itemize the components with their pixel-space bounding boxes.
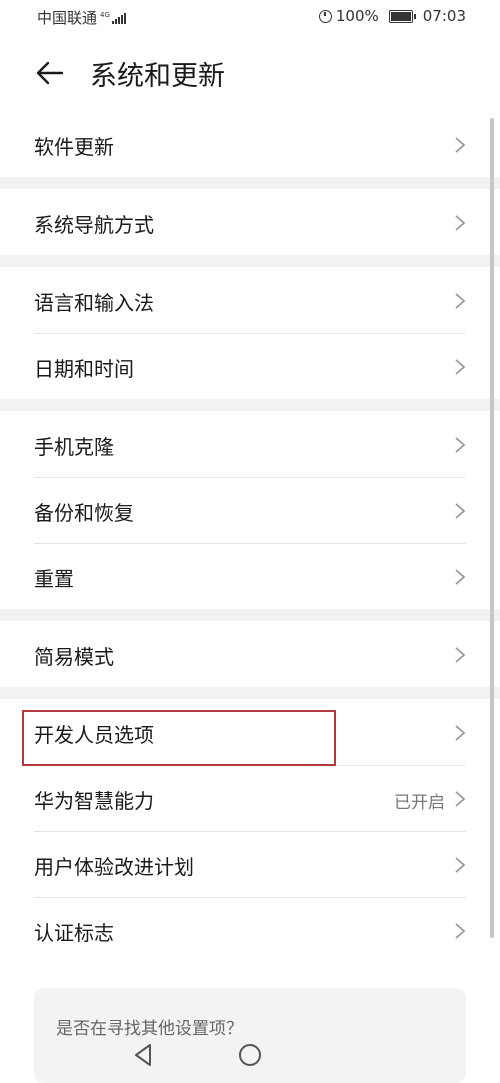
item-user-experience-program[interactable]: 用户体验改进计划	[0, 831, 500, 897]
group-separator	[0, 177, 500, 189]
chevron-right-icon	[455, 791, 466, 807]
item-status-value: 已开启	[394, 793, 445, 813]
back-arrow-icon[interactable]	[34, 57, 66, 89]
chevron-right-icon	[455, 647, 466, 663]
item-backup-restore[interactable]: 备份和恢复	[0, 477, 500, 543]
navigation-bar	[0, 1030, 500, 1083]
item-label: 简易模式	[34, 645, 114, 669]
item-label: 备份和恢复	[34, 501, 134, 525]
settings-list: 软件更新 系统导航方式 语言和输入法 日期和时间 手机克隆 备份和恢复 重置 简…	[0, 111, 500, 963]
chevron-right-icon	[455, 359, 466, 375]
group-separator	[0, 609, 500, 621]
item-certification-logos[interactable]: 认证标志	[0, 897, 500, 963]
group-separator	[0, 399, 500, 411]
status-bar: 中国联通 4G 100% 07:03	[0, 0, 500, 36]
item-simple-mode[interactable]: 简易模式	[0, 621, 500, 687]
item-software-update[interactable]: 软件更新	[0, 111, 500, 177]
group-navigation: 系统导航方式	[0, 189, 500, 255]
item-label: 语言和输入法	[34, 291, 154, 315]
chevron-right-icon	[455, 857, 466, 873]
signal-icon	[111, 12, 126, 24]
alarm-icon	[318, 9, 332, 23]
item-label: 系统导航方式	[34, 213, 154, 237]
system-info: 100% 07:03	[318, 7, 466, 25]
item-label: 用户体验改进计划	[34, 855, 194, 879]
item-system-navigation[interactable]: 系统导航方式	[0, 189, 500, 255]
item-phone-clone[interactable]: 手机克隆	[0, 411, 500, 477]
chevron-right-icon	[455, 923, 466, 939]
title-bar: 系统和更新	[0, 40, 500, 108]
item-label: 开发人员选项	[34, 723, 154, 747]
chevron-right-icon	[455, 137, 466, 153]
item-label: 软件更新	[34, 135, 114, 159]
item-label: 华为智慧能力	[34, 789, 154, 813]
battery-icon	[388, 9, 416, 23]
item-label: 日期和时间	[34, 357, 134, 381]
group-separator	[0, 255, 500, 267]
network-type: 4G	[100, 11, 110, 19]
group-simple-mode: 简易模式	[0, 621, 500, 687]
item-reset[interactable]: 重置	[0, 543, 500, 609]
battery-percent: 100%	[335, 7, 379, 25]
chevron-right-icon	[455, 569, 466, 585]
carrier-name: 中国联通	[37, 9, 98, 27]
chevron-right-icon	[455, 503, 466, 519]
nav-home-icon[interactable]	[238, 1043, 262, 1067]
scrollbar[interactable]	[490, 118, 494, 938]
item-label: 认证标志	[34, 921, 114, 945]
group-separator	[0, 687, 500, 699]
chevron-right-icon	[455, 725, 466, 741]
item-huawei-intelligence[interactable]: 华为智慧能力 已开启	[0, 765, 500, 831]
item-developer-options[interactable]: 开发人员选项	[0, 699, 500, 765]
chevron-right-icon	[455, 437, 466, 453]
item-language-input[interactable]: 语言和输入法	[0, 267, 500, 333]
clock: 07:03	[422, 7, 466, 25]
item-label: 手机克隆	[34, 435, 114, 459]
item-label: 重置	[34, 567, 74, 591]
item-date-time[interactable]: 日期和时间	[0, 333, 500, 399]
group-backup: 手机克隆 备份和恢复 重置	[0, 411, 500, 609]
group-language: 语言和输入法 日期和时间	[0, 267, 500, 399]
carrier-info: 中国联通 4G	[37, 7, 126, 28]
chevron-right-icon	[455, 293, 466, 309]
nav-back-icon[interactable]	[132, 1042, 154, 1068]
group-developer: 开发人员选项 华为智慧能力 已开启 用户体验改进计划 认证标志	[0, 699, 500, 963]
chevron-right-icon	[455, 215, 466, 231]
page-title: 系统和更新	[90, 61, 225, 92]
group-update: 软件更新	[0, 111, 500, 177]
